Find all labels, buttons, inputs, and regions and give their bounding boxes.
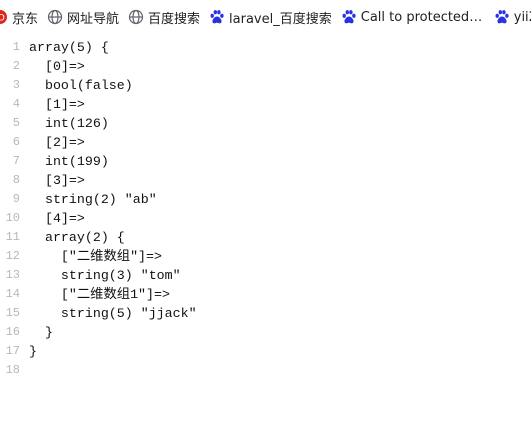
- bookmark-label: 京东: [12, 11, 39, 27]
- baidu-paw-icon: [494, 9, 510, 25]
- code-text: [2]=>: [29, 135, 85, 150]
- line-number: 1: [12, 40, 20, 54]
- line-number: 11: [5, 230, 20, 244]
- bookmark-jd[interactable]: JD 京东: [0, 0, 38, 34]
- baidu-paw-icon: [341, 9, 357, 25]
- line-number: 16: [5, 325, 20, 339]
- line-number: 13: [5, 268, 20, 282]
- line-number: 15: [5, 306, 20, 320]
- line-number: 18: [5, 363, 20, 377]
- code-line: 4 [1]=>: [0, 95, 531, 114]
- code-text: [4]=>: [29, 211, 85, 226]
- code-line: 7 int(199): [0, 152, 531, 171]
- code-line: 15 string(5) "jjack": [0, 304, 531, 323]
- code-line: 11 array(2) {: [0, 228, 531, 247]
- code-text: [1]=>: [29, 97, 85, 112]
- code-line: 5 int(126): [0, 114, 531, 133]
- code-line: 6 [2]=>: [0, 133, 531, 152]
- code-text: bool(false): [29, 78, 133, 93]
- code-line: 16 }: [0, 323, 531, 342]
- code-line: 1 array(5) {: [0, 38, 531, 57]
- code-text: string(3) "tom": [29, 268, 181, 283]
- code-text: ["二维数组1"]=>: [29, 287, 170, 302]
- source-view: 1 array(5) { 2 [0]=> 3 bool(false) 4 [1]=…: [0, 38, 531, 380]
- line-number: 9: [12, 192, 20, 206]
- code-text: int(126): [29, 116, 109, 131]
- line-number: 17: [5, 344, 20, 358]
- line-number: 4: [12, 97, 20, 111]
- globe-icon: [47, 9, 63, 25]
- code-line: 3 bool(false): [0, 76, 531, 95]
- code-line: 9 string(2) "ab": [0, 190, 531, 209]
- code-line: 13 string(3) "tom": [0, 266, 531, 285]
- code-text: array(5) {: [29, 40, 109, 55]
- code-text: }: [29, 344, 37, 359]
- code-text: array(2) {: [29, 230, 125, 245]
- line-number: 14: [5, 287, 20, 301]
- code-text: }: [29, 325, 53, 340]
- bookmark-baidu-search[interactable]: 百度搜索: [128, 0, 200, 34]
- bookmark-label: laravel_百度搜索: [229, 11, 332, 27]
- line-number: 12: [5, 249, 20, 263]
- code-line: 10 [4]=>: [0, 209, 531, 228]
- code-line: 2 [0]=>: [0, 57, 531, 76]
- bookmark-call-to-protected[interactable]: Call to protected me...: [341, 0, 485, 34]
- bookmark-laravel-baidu[interactable]: laravel_百度搜索: [209, 0, 332, 34]
- code-text: [0]=>: [29, 59, 85, 74]
- line-number: 2: [12, 59, 20, 73]
- line-number: 5: [12, 116, 20, 130]
- code-line: 18: [0, 361, 531, 380]
- code-text: int(199): [29, 154, 109, 169]
- code-line: 14 ["二维数组1"]=>: [0, 285, 531, 304]
- line-number: 10: [5, 211, 20, 225]
- jd-favicon-icon: JD: [0, 9, 8, 25]
- code-line: 17}: [0, 342, 531, 361]
- baidu-paw-icon: [209, 9, 225, 25]
- code-text: string(5) "jjack": [29, 306, 197, 321]
- line-number: 3: [12, 78, 20, 92]
- bookmark-label: yii2: [513, 9, 531, 25]
- line-number: 6: [12, 135, 20, 149]
- bookmark-label: 网址导航: [67, 11, 120, 27]
- line-number: 7: [12, 154, 20, 168]
- code-text: [3]=>: [29, 173, 85, 188]
- globe-icon: [128, 9, 144, 25]
- bookmarks-bar: JD 京东 网址导航 百度搜索 laravel_百度搜索 Call to pro…: [0, 0, 531, 34]
- bookmark-yii2[interactable]: yii2: [494, 0, 531, 34]
- line-number: 8: [12, 173, 20, 187]
- bookmark-label: 百度搜索: [148, 11, 201, 27]
- bookmark-url-navigation[interactable]: 网址导航: [47, 0, 119, 34]
- code-text: ["二维数组"]=>: [29, 249, 162, 264]
- code-line: 8 [3]=>: [0, 171, 531, 190]
- svg-text:JD: JD: [0, 14, 5, 24]
- code-line: 12 ["二维数组"]=>: [0, 247, 531, 266]
- bookmark-label: Call to protected me...: [360, 9, 485, 25]
- code-text: string(2) "ab": [29, 192, 157, 207]
